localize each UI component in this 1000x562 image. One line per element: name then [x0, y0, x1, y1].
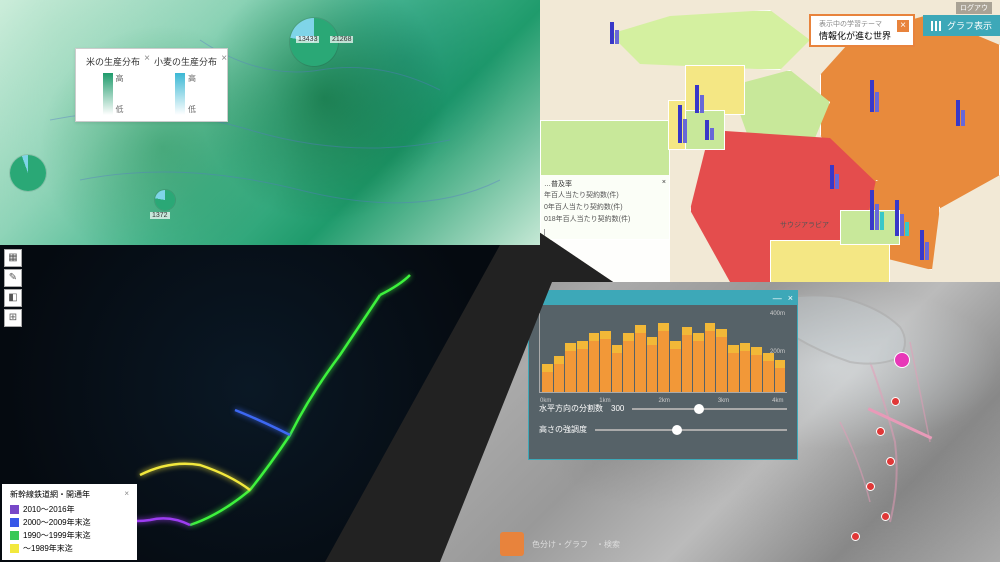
legend-title[interactable]: 米の生産分布 [86, 55, 140, 68]
graph-button[interactable]: グラフ表示 [923, 15, 1000, 36]
country-syria[interactable] [685, 65, 745, 115]
tool-button[interactable]: ✎ [4, 269, 22, 287]
bar-marker[interactable] [870, 190, 884, 230]
axis-title: …普及率 [544, 179, 572, 189]
close-icon[interactable]: × [897, 20, 909, 32]
pie-marker[interactable] [155, 190, 175, 210]
minimize-icon[interactable]: — [773, 293, 782, 303]
swatch-icon [10, 505, 19, 514]
gradient-bar [103, 73, 113, 115]
bubble-value: 13433 [296, 36, 319, 43]
country-turkey[interactable] [610, 10, 810, 70]
exaggeration-slider[interactable] [595, 429, 787, 431]
rail-legend: 新幹線鉄道網・開通年 2010～2016年 2000～2009年末迄 1990～… [2, 484, 137, 560]
slider-label: 水平方向の分割数 [539, 403, 603, 414]
bar-marker[interactable] [610, 22, 624, 44]
gradient-bar [175, 73, 185, 115]
elevation-profile: — × 400m 200m 0km 1km 2km 3km 4km 水平方向の分… [528, 290, 798, 460]
marker[interactable] [866, 482, 875, 491]
bar-marker[interactable] [830, 165, 844, 189]
marker-primary[interactable] [894, 352, 910, 368]
pie-marker[interactable] [10, 155, 46, 191]
map-japan-rail[interactable]: ▦ ✎ ◧ ⊞ 新幹線鉄道網・開通年 2010～2016年 2000～2009年… [0, 245, 500, 562]
theme-callout: 表示中の学習テーマ 情報化が進む世界 × [809, 14, 915, 47]
country-label: サウジアラビア [780, 220, 829, 230]
toolbar-item[interactable]: ・検索 [596, 539, 620, 550]
bar-marker[interactable] [920, 230, 934, 260]
callout-body: 情報化が進む世界 [819, 29, 891, 42]
axis-item: 年百人当たり契約数(件) [544, 189, 666, 201]
slider-row: 高さの強調度 [539, 424, 787, 435]
slider-label: 高さの強調度 [539, 424, 587, 435]
density-legend: 米の生産分布 高低 小麦の生産分布 高低 [75, 48, 228, 122]
bar-chart-icon [931, 21, 943, 31]
marker[interactable] [891, 397, 900, 406]
slider-value: 300 [611, 404, 624, 413]
swatch-icon [10, 518, 19, 527]
tool-button[interactable]: ⊞ [4, 309, 22, 327]
marker[interactable] [886, 457, 895, 466]
logout-link[interactable]: ログアウ [956, 2, 992, 14]
rail-lines [100, 265, 450, 545]
bar-marker[interactable] [705, 120, 719, 140]
style-icon[interactable] [500, 532, 524, 556]
toolbar-item[interactable]: 色分け・グラフ [532, 539, 588, 550]
profile-chart: 400m 200m 0km 1km 2km 3km 4km [539, 313, 787, 393]
callout-header: 表示中の学習テーマ [819, 19, 891, 29]
bar-marker[interactable] [695, 85, 709, 113]
marker[interactable] [881, 512, 890, 521]
map-middle-east[interactable]: サウジアラビア エジプト 表示中の学習テーマ 情報化が進む世界 × グラフ表示 … [540, 0, 1000, 310]
profile-header: — × [529, 291, 797, 305]
axis-item: 018年百人当たり契約数(件) [544, 213, 666, 225]
division-slider[interactable] [632, 408, 787, 410]
bar-marker[interactable] [870, 80, 884, 112]
marker[interactable] [851, 532, 860, 541]
map-tools: ▦ ✎ ◧ ⊞ [4, 249, 22, 327]
marker[interactable] [876, 427, 885, 436]
bubble-value: 1372 [150, 212, 170, 219]
swatch-icon [10, 544, 19, 553]
legend-row: 1990～1999年末迄 [10, 529, 129, 542]
close-icon[interactable]: × [788, 293, 793, 303]
map-china-density[interactable]: 13433 21268 1372 米の生産分布 高低 小麦の生産分布 高低 [0, 0, 540, 245]
bar-marker[interactable] [956, 100, 970, 126]
slider-row: 水平方向の分割数 300 [539, 403, 787, 414]
bar-marker[interactable] [678, 105, 692, 143]
swatch-icon [10, 531, 19, 540]
tool-button[interactable]: ◧ [4, 289, 22, 307]
bar-marker[interactable] [895, 200, 909, 236]
bubble-value: 21268 [330, 36, 353, 43]
legend-title[interactable]: 新幹線鉄道網・開通年 [10, 489, 129, 500]
rivers-overlay [0, 0, 540, 245]
toolbar: 色分け・グラフ ・検索 [500, 532, 620, 556]
axis-item: 0年百人当たり契約数(件) [544, 201, 666, 213]
legend-row: 2010～2016年 [10, 503, 129, 516]
profile-bars [540, 313, 787, 392]
legend-row: ～1989年末迄 [10, 542, 129, 555]
legend-title[interactable]: 小麦の生産分布 [154, 55, 217, 68]
tool-button[interactable]: ▦ [4, 249, 22, 267]
legend-row: 2000～2009年末迄 [10, 516, 129, 529]
map-terrain[interactable]: — × 400m 200m 0km 1km 2km 3km 4km 水平方向の分… [440, 282, 1000, 562]
close-icon[interactable]: × [662, 179, 666, 189]
